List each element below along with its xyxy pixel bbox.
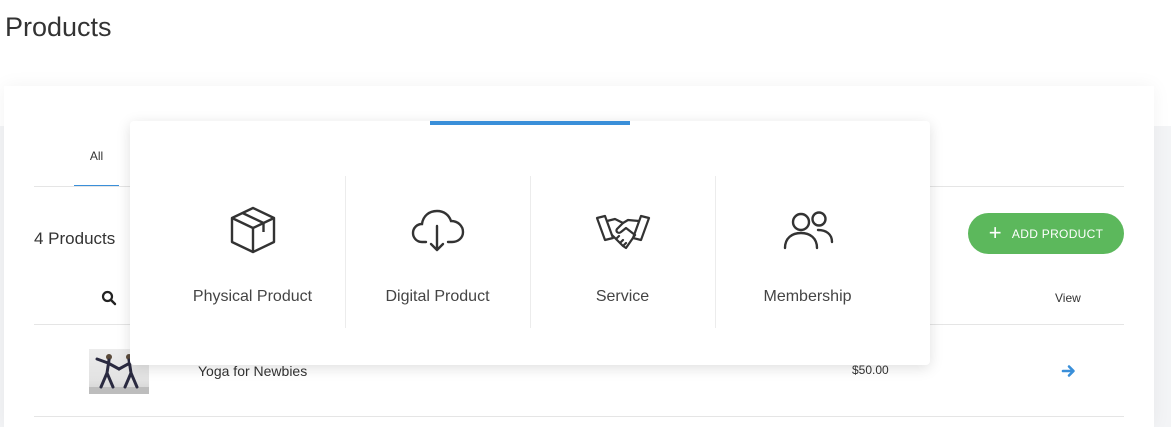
option-label: Digital Product [385,288,490,305]
option-label: Physical Product [192,288,313,305]
tab-all[interactable]: All [74,145,119,187]
option-digital-product[interactable]: Digital Product [345,176,530,328]
option-service[interactable]: Service [530,176,715,328]
page-title: Products [5,12,112,42]
option-membership[interactable]: Membership [715,176,900,328]
product-type-menu: Physical Product Digital Product Service… [130,121,930,365]
handshake-icon [595,214,650,250]
arrow-right-icon[interactable] [1061,363,1077,379]
add-product-label: ADD PRODUCT [1011,226,1104,241]
option-physical-product[interactable]: Physical Product [160,176,345,328]
search-icon[interactable] [101,290,117,306]
product-count: 4 Products [34,229,116,248]
menu-accent-bar [430,121,630,125]
column-header-view: View [1055,291,1081,305]
product-price: $50.00 [852,363,889,377]
users-icon [783,211,833,250]
option-label: Service [595,288,650,305]
add-product-button[interactable]: + ADD PRODUCT [968,213,1124,254]
plus-icon: + [988,219,1002,245]
product-name[interactable]: Yoga for Newbies [198,363,307,379]
cloud-download-icon [411,209,464,252]
option-label: Membership [763,288,852,305]
table-row-divider [34,416,1124,417]
box-icon [230,206,275,254]
